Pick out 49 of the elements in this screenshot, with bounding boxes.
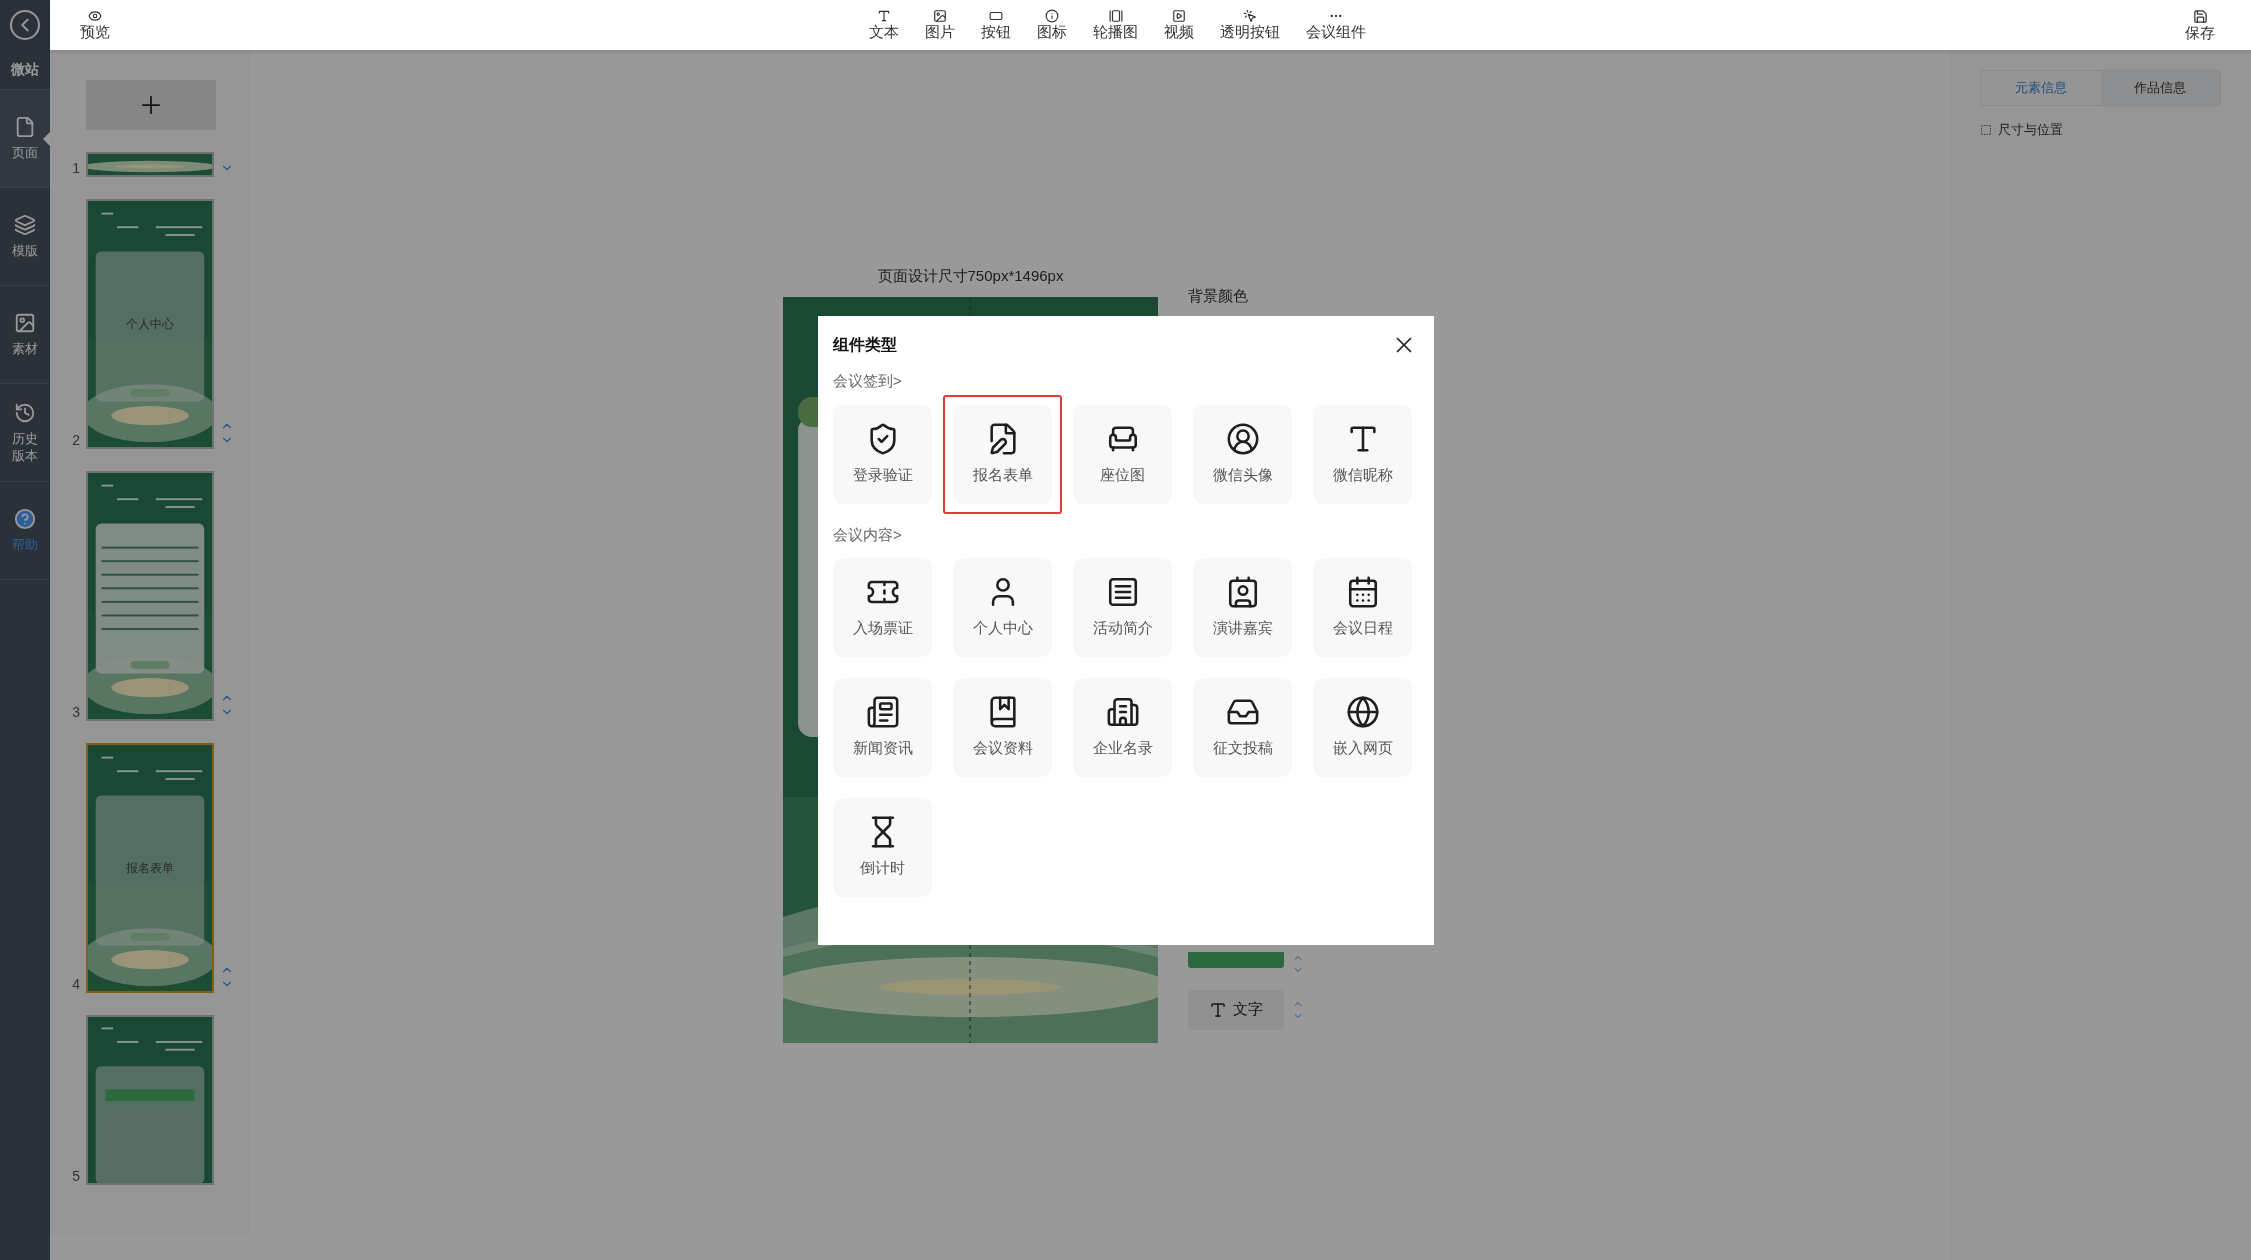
- text-icon: [1209, 1000, 1227, 1019]
- thumbnail-title: 个人中心: [126, 316, 174, 333]
- dialog-title: 组件类型: [833, 335, 897, 355]
- video-icon: [1172, 9, 1186, 23]
- component-card[interactable]: 报名表单: [943, 394, 1062, 514]
- globe-icon: [1345, 695, 1380, 730]
- toolbar-button[interactable]: 图片: [925, 9, 955, 41]
- button-icon: [989, 9, 1003, 23]
- page-number: 4: [71, 977, 80, 991]
- page-number: 5: [71, 1169, 80, 1183]
- page-number: 3: [71, 705, 80, 719]
- pointer-icon: [1243, 9, 1257, 23]
- toolbar-button[interactable]: 透明按钮: [1220, 9, 1280, 41]
- news-icon: [865, 695, 900, 730]
- canvas-size-label: 页面设计尺寸750px*1496px: [876, 266, 1065, 286]
- avatar-icon: [1225, 421, 1260, 456]
- sidebar-icon: [14, 401, 36, 424]
- save-icon: [2192, 8, 2208, 24]
- sidebar-icon: [14, 214, 36, 236]
- thumbnail-title: 报名表单: [126, 860, 174, 877]
- sidebar-icon: [14, 312, 36, 334]
- sidebar-item[interactable]: 页面: [0, 90, 50, 188]
- toolbar-button[interactable]: 图标: [1037, 9, 1067, 41]
- section-title: 尺寸与位置: [1998, 121, 2063, 139]
- preview-button[interactable]: 预览: [80, 9, 110, 41]
- image-icon: [933, 9, 947, 23]
- toolbar-button[interactable]: 会议组件: [1306, 9, 1366, 41]
- back-icon[interactable]: [10, 10, 40, 40]
- info-icon: [1045, 9, 1059, 23]
- toolbar-button[interactable]: 按钮: [981, 9, 1011, 41]
- toolbar-button[interactable]: 视频: [1164, 9, 1194, 41]
- toolbar-button[interactable]: 文本: [869, 9, 899, 41]
- text-icon: [877, 9, 891, 23]
- help-icon: [14, 508, 36, 530]
- page-number: 1: [71, 161, 80, 175]
- carousel-icon: [1108, 9, 1123, 23]
- sidebar-title: 微站: [11, 60, 39, 79]
- section-label: 会议内容>: [833, 524, 903, 545]
- toolbar-button[interactable]: 轮播图: [1093, 9, 1138, 41]
- page-number: 2: [71, 433, 80, 447]
- section-label: 会议签到>: [833, 371, 903, 391]
- sidebar-icon: [14, 116, 36, 138]
- background-color-label: 背景颜色: [1188, 286, 1249, 306]
- resize-icon: [1980, 123, 1992, 136]
- save-button[interactable]: 保存: [2185, 8, 2215, 42]
- eye-icon: [88, 9, 102, 23]
- text-element-button[interactable]: 文字: [1188, 989, 1284, 1030]
- panel-tab[interactable]: 作品信息: [2100, 71, 2220, 105]
- color-swatch[interactable]: [1188, 951, 1284, 968]
